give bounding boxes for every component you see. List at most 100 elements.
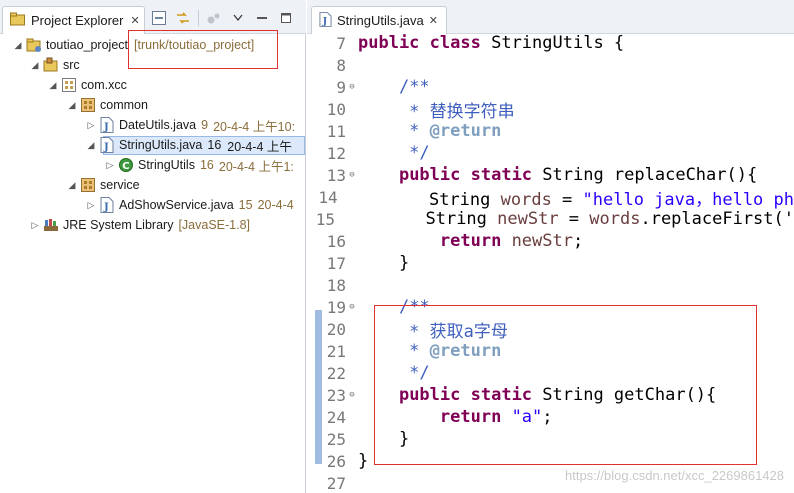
- code-token: String replaceChar(){: [532, 165, 758, 185]
- code-line[interactable]: 16 return newStr;: [307, 230, 794, 252]
- collapsed-twisty-icon[interactable]: ▷: [86, 120, 96, 131]
- tree-item-label: JRE System Library: [63, 218, 174, 232]
- code-token: public: [398, 165, 461, 185]
- project-explorer-icon: [10, 12, 25, 29]
- revision-number: 16: [199, 158, 214, 172]
- svg-text:J: J: [103, 142, 109, 153]
- minimize-icon[interactable]: [253, 9, 271, 27]
- code-line[interactable]: 9 ⊖ /**: [307, 76, 794, 98]
- expanded-twisty-icon[interactable]: ◢: [13, 40, 23, 51]
- tab-project-explorer[interactable]: Project Explorer ✕: [2, 6, 145, 34]
- line-number: 26: [326, 451, 346, 471]
- line-number: 24: [326, 407, 346, 427]
- explorer-tab-bar: Project Explorer ✕: [0, 0, 306, 34]
- fold-toggle-icon[interactable]: ⊖: [346, 170, 358, 180]
- code-token: newStr: [497, 209, 559, 229]
- java-file-icon: J: [99, 197, 115, 213]
- code-token: .replaceFirst(': [640, 209, 794, 229]
- code-token: ;: [572, 231, 584, 251]
- tree-item-label: service: [100, 178, 140, 192]
- line-number: 7: [336, 33, 346, 53]
- line-number: 16: [326, 231, 346, 251]
- collapsed-twisty-icon[interactable]: ▷: [105, 160, 115, 171]
- tree-item-adshowservice-java[interactable]: ▷ J AdShowService.java 15 20-4-4: [0, 195, 305, 215]
- line-number: 21: [326, 341, 346, 361]
- maximize-icon[interactable]: [277, 9, 295, 27]
- java-file-icon: J: [99, 117, 115, 133]
- tab-label: StringUtils.java: [337, 13, 424, 28]
- revision-number: 16: [207, 138, 222, 152]
- close-icon[interactable]: ✕: [130, 14, 139, 27]
- collapse-all-icon[interactable]: [150, 9, 168, 27]
- link-with-editor-icon[interactable]: [174, 9, 192, 27]
- code-token: static: [470, 165, 533, 185]
- collapsed-twisty-icon[interactable]: ▷: [30, 220, 40, 231]
- svg-text:J: J: [103, 122, 109, 133]
- code-token: return: [439, 231, 502, 251]
- tree-item-label: com.xcc: [81, 78, 127, 92]
- svg-text:C: C: [122, 161, 129, 172]
- expanded-twisty-icon[interactable]: ◢: [67, 100, 77, 111]
- line-number: 25: [326, 429, 346, 449]
- code-line[interactable]: 14 String words = "hello java，hello ph: [307, 185, 794, 210]
- line-number: 13: [326, 165, 346, 185]
- fold-toggle-icon[interactable]: ⊖: [346, 302, 358, 312]
- revision-number: 9: [201, 118, 209, 132]
- source-folder-icon: [43, 57, 59, 73]
- tree-item-common[interactable]: ◢ common: [0, 95, 305, 115]
- fold-toggle-icon[interactable]: ⊖: [346, 82, 358, 92]
- tree-item-dateutils-java[interactable]: ▷ J DateUtils.java 9 20-4-4 上午10:: [0, 115, 305, 135]
- tree-item-stringutils-java[interactable]: ◢ J StringUtils.java 16 20-4-4 上午: [0, 135, 305, 155]
- class-icon: C: [118, 157, 134, 173]
- project-explorer-view: Project Explorer ✕ ◢ toutiao_project [tr…: [0, 0, 306, 493]
- tree-item-jre-system-library[interactable]: ▷ JRE System Library [JavaSE-1.8]: [0, 215, 305, 235]
- code-text: public static String replaceChar(){: [358, 165, 757, 185]
- watermark: https://blog.csdn.net/xcc_2269861428: [565, 468, 784, 483]
- close-icon[interactable]: ✕: [429, 14, 438, 27]
- project-icon: [26, 37, 42, 53]
- code-line[interactable]: 13 ⊖ public static String replaceChar(){: [307, 164, 794, 186]
- view-menu-chevron-icon[interactable]: [229, 9, 247, 27]
- tree-item-com-xcc[interactable]: ◢ com.xcc: [0, 75, 305, 95]
- tree-item-label: StringUtils: [138, 158, 195, 172]
- code-text: String words = "hello java，hello ph: [347, 185, 794, 210]
- line-number: 19: [326, 297, 346, 317]
- line-number: 9: [336, 77, 346, 97]
- tree-item-stringutils-class[interactable]: ▷ C StringUtils 16 20-4-4 上午1:: [0, 155, 305, 175]
- code-text: }: [358, 253, 409, 273]
- highlight-box-trunk: [128, 30, 278, 69]
- code-token: StringUtils {: [480, 33, 625, 53]
- line-number: 23: [326, 385, 346, 405]
- focus-icon[interactable]: [205, 9, 223, 27]
- library-icon: [43, 217, 59, 233]
- code-line[interactable]: 18: [307, 274, 794, 296]
- expanded-twisty-icon[interactable]: ◢: [86, 140, 96, 151]
- code-line[interactable]: 8: [307, 54, 794, 76]
- fold-toggle-icon[interactable]: ⊖: [346, 390, 358, 400]
- tab-label: Project Explorer: [31, 13, 124, 28]
- collapsed-twisty-icon[interactable]: ▷: [86, 200, 96, 211]
- tree-item-service[interactable]: ◢ service: [0, 175, 305, 195]
- code-token: }: [358, 253, 410, 273]
- line-number: 17: [326, 253, 346, 273]
- expanded-twisty-icon[interactable]: ◢: [48, 80, 58, 91]
- line-number: 18: [326, 275, 346, 295]
- expanded-twisty-icon[interactable]: ◢: [67, 180, 77, 191]
- revision-date: 20-4-4: [257, 198, 294, 212]
- code-line[interactable]: 10 * 替换字符串: [307, 98, 794, 122]
- tab-stringutils-java[interactable]: J StringUtils.java ✕: [311, 6, 447, 34]
- code-line[interactable]: 15 String newStr = words.replaceFirst(': [307, 208, 794, 230]
- expanded-twisty-icon[interactable]: ◢: [30, 60, 40, 71]
- code-token: String: [343, 209, 498, 229]
- code-token: =: [551, 189, 583, 210]
- revision-date: 20-4-4 上午1:: [218, 159, 294, 174]
- code-line[interactable]: 7 public class StringUtils {: [307, 32, 794, 54]
- code-line[interactable]: 12 */: [307, 142, 794, 164]
- code-line[interactable]: 11 * @return: [307, 120, 794, 142]
- code-line[interactable]: 17 }: [307, 252, 794, 274]
